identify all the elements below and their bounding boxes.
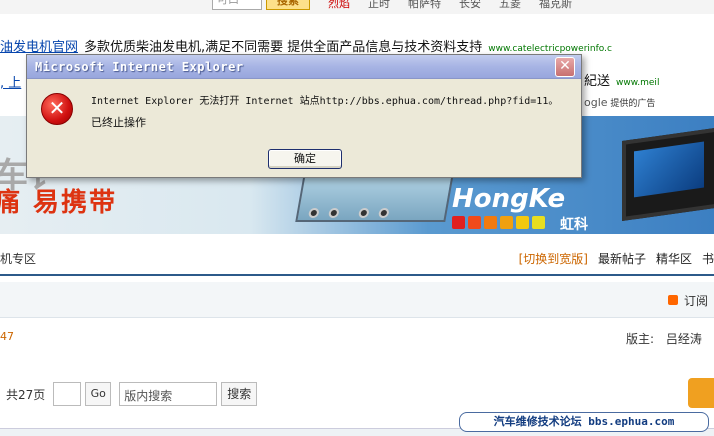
dialog-title: Microsoft Internet Explorer bbox=[35, 60, 244, 74]
dialog-message-aborted: 已终止操作 bbox=[91, 116, 146, 129]
ad-line: , 上 bbox=[0, 72, 21, 91]
google-logo: ogle bbox=[584, 96, 608, 109]
keyword-link[interactable]: 福克斯 bbox=[539, 0, 572, 11]
nav-link-books[interactable]: 书 bbox=[702, 250, 714, 267]
ads-by-label: 提供的广告 bbox=[610, 99, 656, 109]
watermark: 汽车维修技术论坛 bbs.ephua.com bbox=[459, 412, 709, 432]
moderator-name-link[interactable]: 吕经涛 bbox=[666, 332, 702, 346]
forum-search-button[interactable]: 搜索 bbox=[221, 382, 258, 406]
new-post-button[interactable] bbox=[688, 378, 714, 408]
ad-title-link[interactable]: , 上 bbox=[0, 72, 21, 91]
color-block bbox=[500, 216, 513, 229]
color-block bbox=[532, 216, 545, 229]
top-search-button[interactable]: 搜索 bbox=[266, 0, 310, 10]
ad-url[interactable]: www.catelectricpowerinfo.c bbox=[488, 44, 612, 54]
moderator-row: 47 版主: 吕经涛 [版 bbox=[0, 330, 714, 346]
ie-alert-dialog: Microsoft Internet Explorer ✕ ✕ Internet… bbox=[26, 54, 582, 178]
pagination: 共27页 Go 版内搜索 搜索 bbox=[0, 382, 258, 406]
top-search-bar: 可口 搜索 烈焰 正时 帕萨特 长安 五菱 福克斯 bbox=[0, 0, 714, 14]
keyword-link[interactable]: 帕萨特 bbox=[408, 0, 441, 11]
breadcrumb[interactable]: 机专区 bbox=[0, 250, 36, 267]
banner-brand: HongKe bbox=[452, 184, 566, 214]
nav-link-digest[interactable]: 精华区 bbox=[656, 250, 692, 267]
banner-brand-cn: 虹科 bbox=[560, 217, 588, 233]
ok-button[interactable]: 确定 bbox=[268, 149, 342, 169]
nav-links: [切换到宽版] 最新帖子 精华区 书 bbox=[519, 250, 714, 267]
ad-url[interactable]: www.meil bbox=[616, 78, 659, 88]
thread-count: 47 bbox=[0, 330, 14, 343]
moderators: 版主: 吕经涛 [版 bbox=[618, 330, 714, 347]
hot-keywords: 烈焰 正时 帕萨特 长安 五菱 福克斯 bbox=[328, 0, 572, 11]
forum-nav-bar: 机专区 [切换到宽版] 最新帖子 精华区 书 bbox=[0, 236, 714, 276]
go-button[interactable]: Go bbox=[85, 382, 112, 406]
banner-tagline: 痛 易携带 bbox=[0, 188, 118, 218]
dialog-titlebar[interactable]: Microsoft Internet Explorer ✕ bbox=[27, 55, 581, 79]
color-block bbox=[484, 216, 497, 229]
ad-line-tail: 紀送 www.meil bbox=[584, 70, 659, 89]
keyword-link[interactable]: 正时 bbox=[368, 0, 390, 11]
keyword-link[interactable]: 长安 bbox=[459, 0, 481, 11]
error-icon: ✕ bbox=[41, 93, 73, 125]
forum-search-input[interactable]: 版内搜索 bbox=[119, 382, 218, 406]
color-block bbox=[516, 216, 529, 229]
search-category-select[interactable]: 可口 bbox=[212, 0, 262, 10]
dialog-message: Internet Explorer 无法打开 Internet 站点http:/… bbox=[91, 96, 559, 107]
ad-title-link[interactable]: 油发电机官网 bbox=[0, 36, 78, 55]
color-block bbox=[452, 216, 465, 229]
laptop-image bbox=[622, 126, 714, 222]
toggle-wide-layout-link[interactable]: [切换到宽版] bbox=[519, 250, 588, 267]
total-pages: 共27页 bbox=[6, 387, 46, 402]
subscribe-link[interactable]: 订阅 bbox=[684, 292, 708, 309]
forum-header-bar: 订阅 bbox=[0, 282, 714, 318]
close-icon[interactable]: ✕ bbox=[555, 57, 575, 77]
nav-link-latest-posts[interactable]: 最新帖子 bbox=[598, 250, 646, 267]
moderator-label: 版主: bbox=[626, 332, 655, 346]
ad-text: 多款优质柴油发电机,满足不同需要 提供全面产品信息与技术资料支持 bbox=[84, 40, 483, 55]
ad-line: 油发电机官网 多款优质柴油发电机,满足不同需要 提供全面产品信息与技术资料支持 … bbox=[0, 36, 612, 55]
page-number-input[interactable] bbox=[53, 382, 82, 406]
ad-text: 紀送 bbox=[584, 74, 611, 89]
google-ads-label: ogle 提供的广告 bbox=[584, 96, 655, 109]
keyword-link[interactable]: 烈焰 bbox=[328, 0, 350, 11]
color-block bbox=[468, 216, 481, 229]
rss-icon[interactable] bbox=[668, 295, 678, 305]
brand-color-blocks bbox=[452, 216, 545, 229]
keyword-link[interactable]: 五菱 bbox=[499, 0, 521, 11]
